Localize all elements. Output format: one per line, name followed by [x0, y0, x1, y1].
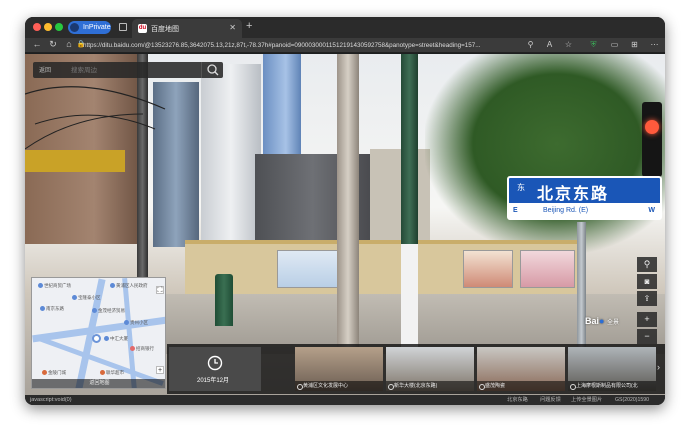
status-link[interactable]: 问题反馈	[540, 395, 561, 405]
sign-pole	[577, 222, 586, 354]
history-date-thumb[interactable]: 2015年12月	[169, 347, 261, 391]
panorama-suffix: 全景	[606, 320, 619, 326]
billboard-middle	[463, 250, 513, 288]
utility-pole-green-base	[401, 244, 418, 354]
status-link[interactable]: 北京东路	[507, 395, 528, 405]
inprivate-label: InPrivate	[83, 24, 111, 31]
back-to-map-link[interactable]: 返回	[39, 65, 51, 74]
close-window-button[interactable]	[33, 23, 41, 31]
zoom-out-button[interactable]: −	[637, 329, 657, 344]
close-tab-icon[interactable]: ✕	[229, 23, 236, 32]
address-toolbar: ← ↻ ⌂ 🔒 https://ditu.baidu.com/@13523276…	[25, 38, 665, 53]
browser-window: InPrivate du 百度地图 ✕ + ← ↻ ⌂ 🔒 https://di…	[25, 17, 665, 405]
street-name-sign: 东 北京东路 E Beijing Rd. (E) W	[507, 176, 662, 220]
refresh-button[interactable]: ↻	[47, 39, 59, 50]
tab-title: 百度地图	[151, 26, 179, 33]
url-field[interactable]: https://ditu.baidu.com/@13523276.85,3642…	[83, 39, 573, 52]
status-link[interactable]: 上传全景图片	[571, 395, 602, 405]
minimize-window-button[interactable]	[44, 23, 52, 31]
map-poi[interactable]: 招商银行	[130, 346, 154, 352]
status-bar: javascript:void(0) 北京东路 问题反馈 上传全景图片 GS(2…	[25, 395, 665, 405]
map-poi[interactable]: 宝隆泰小区	[72, 295, 101, 301]
billboard-left	[277, 250, 339, 288]
search-nearby-input[interactable]	[71, 64, 191, 76]
nearby-thumb[interactable]: 上海摩根斯制品有限公司(北	[568, 347, 656, 391]
favorite-star-icon[interactable]: ☆	[563, 40, 574, 49]
search-tool-button[interactable]: ⚲	[637, 257, 657, 272]
map-poi[interactable]: 贵州小区	[124, 320, 148, 326]
read-aloud-icon[interactable]: A	[544, 40, 555, 49]
map-poi[interactable]: 南京东路	[40, 306, 64, 312]
active-tab[interactable]: du 百度地图 ✕	[132, 19, 242, 38]
return-to-map-button[interactable]: 返回地图	[32, 379, 165, 388]
new-tab-button[interactable]: +	[246, 20, 252, 32]
sign-english-left: E	[513, 207, 518, 214]
sign-english-right: W	[648, 207, 655, 214]
minimap-expand-button[interactable]: ⛶	[156, 286, 164, 294]
baidu-favicon: du	[138, 24, 147, 33]
profile-avatar	[70, 23, 79, 32]
baidu-logo-text: Bai	[585, 316, 600, 326]
shield-extension-icon[interactable]: ⛨	[588, 40, 599, 50]
camera-icon[interactable]: ◙	[637, 274, 657, 289]
share-icon[interactable]: ⇪	[637, 291, 657, 306]
inprivate-badge[interactable]: InPrivate	[68, 21, 111, 34]
tab-bar: InPrivate du 百度地图 ✕ +	[25, 17, 665, 38]
sign-english-strip: E Beijing Rd. (E) W	[509, 203, 660, 218]
copyright-text: GS(2020)1590	[615, 397, 650, 403]
minimap-zoom-in-button[interactable]: +	[156, 366, 164, 374]
home-icon[interactable]: ⌂	[63, 39, 75, 49]
search-nearby-box: 返回	[33, 62, 223, 78]
map-poi[interactable]: 世纪商贸广场	[38, 283, 71, 289]
collections-icon[interactable]: ⊞	[629, 40, 640, 49]
sign-direction-char: 东	[517, 183, 525, 192]
billboard-right	[520, 250, 575, 288]
map-poi[interactable]: 金茂经济贸易	[92, 308, 125, 314]
current-position-marker	[92, 334, 101, 343]
thumb-caption: 盛茂陶瓷	[477, 381, 565, 391]
map-poi[interactable]: 黄浦区人民政府	[110, 283, 148, 289]
search-button[interactable]	[201, 62, 223, 78]
tab-actions-icon[interactable]	[119, 23, 127, 31]
split-screen-icon[interactable]: ▭	[609, 40, 620, 49]
nearby-thumb[interactable]: 黄浦区文化发展中心	[295, 347, 383, 391]
thumb-caption: 新华大楼(北京东路)	[386, 381, 474, 391]
minimap[interactable]: 世纪商贸广场 黄浦区人民政府 宝隆泰小区 南京东路 金茂经济贸易 贵州小区 中汇…	[31, 277, 166, 389]
nearby-thumb[interactable]: 新华大楼(北京东路)	[386, 347, 474, 391]
clock-icon	[207, 355, 223, 371]
nearby-thumb[interactable]: 盛茂陶瓷	[477, 347, 565, 391]
site-permissions-icon[interactable]: ⚲	[525, 40, 536, 49]
map-poi[interactable]: 联华超市	[100, 370, 124, 376]
thumb-caption: 上海摩根斯制品有限公司(北	[568, 381, 656, 391]
thumb-caption: 黄浦区文化发展中心	[295, 381, 383, 391]
mailbox	[215, 274, 233, 326]
street-view-panorama[interactable]: 东 北京东路 E Beijing Rd. (E) W 返回 ⚲ ◙ ⇪ + −	[25, 54, 665, 395]
baidu-panorama-logo: Bai● 全景	[585, 316, 619, 326]
filmstrip-next-arrow[interactable]: ›	[657, 362, 660, 372]
zoom-in-button[interactable]: +	[637, 312, 657, 327]
maximize-window-button[interactable]	[55, 23, 63, 31]
map-poi[interactable]: 中汇大厦	[104, 336, 128, 342]
back-button[interactable]: ←	[31, 39, 43, 49]
sign-chinese-name: 北京东路	[537, 186, 610, 203]
status-url: javascript:void(0)	[30, 397, 72, 403]
search-icon	[207, 64, 219, 76]
more-menu-icon[interactable]: ⋯	[649, 40, 660, 49]
panorama-date-label: 2015年12月	[197, 378, 230, 384]
sign-english-name: Beijing Rd. (E)	[543, 207, 589, 214]
map-poi[interactable]: 金陵门城	[42, 370, 66, 376]
nearby-panorama-filmstrip: 2015年12月 黄浦区文化发展中心 新华大楼(北京东路) 盛茂陶瓷 上海摩根斯…	[167, 344, 665, 394]
